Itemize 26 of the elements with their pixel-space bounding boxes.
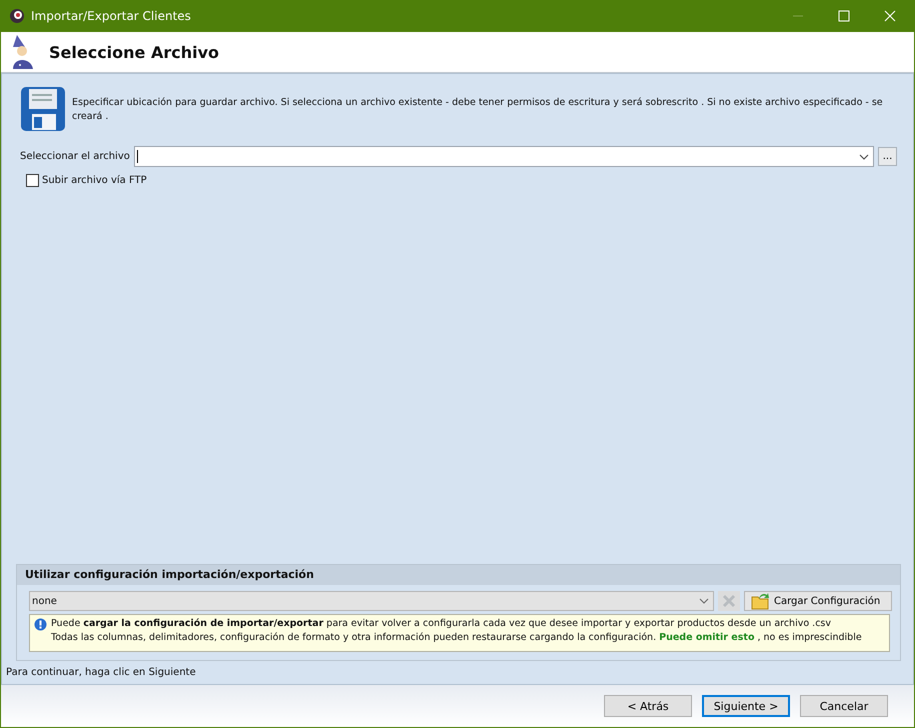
info-text: Todas las columnas, delimitadores, configuración de formato y otra información pueden restaurarse cargando la configuración. Puede omitir esto , no es imprescindible	[51, 631, 862, 645]
ftp-checkbox[interactable]	[26, 174, 39, 187]
group-title: Utilizar configuración importación/exportación	[17, 565, 900, 585]
browse-button[interactable]: ...	[878, 147, 897, 166]
file-path-field[interactable]	[134, 146, 874, 167]
checkbox-label: Subir archivo vía FTP	[42, 175, 147, 186]
app-icon	[9, 8, 25, 24]
status-text: Para continuar, haga clic en Siguiente	[6, 667, 197, 678]
next-button[interactable]: Siguiente >	[702, 695, 790, 717]
maximize-icon[interactable]	[838, 10, 850, 22]
close-icon[interactable]	[884, 10, 896, 22]
folder-icon	[751, 592, 771, 610]
dropdown-caret-icon[interactable]	[699, 598, 709, 604]
field-label: Seleccionar el archivo	[20, 151, 130, 162]
config-dropdown[interactable]: none	[29, 591, 714, 611]
wizard-icon	[11, 35, 35, 69]
window-title: Importar/Exportar Clientes	[31, 9, 191, 23]
x-icon	[721, 593, 737, 609]
dropdown-caret-icon[interactable]	[859, 154, 869, 160]
cancel-button[interactable]: Cancelar	[800, 695, 888, 717]
info-text: Puede cargar la configuración de importar/exportar para evitar volver a configurarla cada vez que desee importar y exportar productos desde un archivo .csv	[51, 617, 832, 631]
info-icon	[34, 618, 47, 631]
back-button[interactable]: < Atrás	[604, 695, 692, 717]
description-text: Especificar ubicación para guardar archivo. Si selecciona un archivo existente - debe tener permisos de escritura y será sobrescrito . Si no existe archivo especificado - se creará .	[72, 96, 884, 124]
load-config-button[interactable]: Cargar Configuración	[744, 591, 892, 611]
page-title: Seleccione Archivo	[49, 42, 220, 62]
